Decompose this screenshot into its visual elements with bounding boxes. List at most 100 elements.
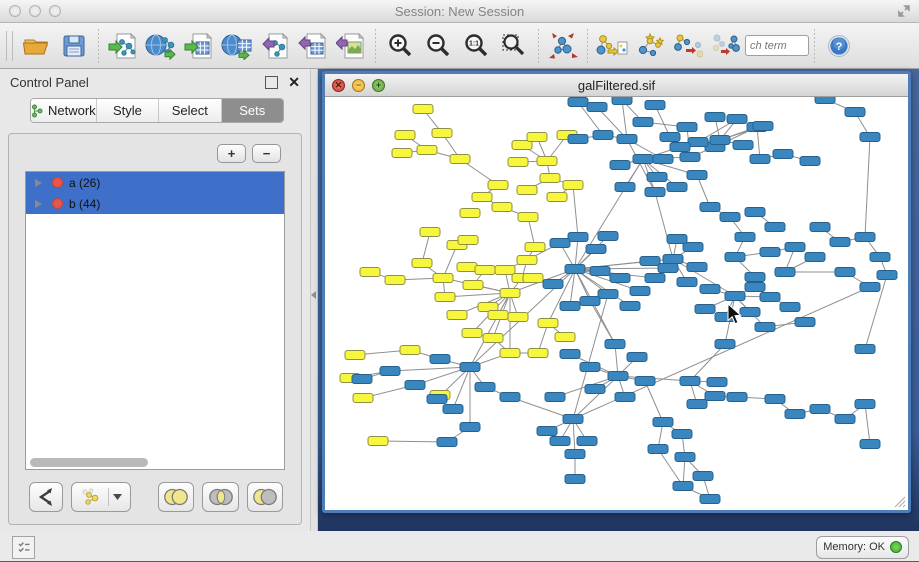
graph-node[interactable] (580, 363, 600, 372)
graph-node[interactable] (860, 283, 880, 292)
graph-node[interactable] (392, 149, 412, 158)
graph-node[interactable] (658, 264, 678, 273)
graph-node[interactable] (705, 113, 725, 122)
export-network-button[interactable] (256, 27, 294, 65)
graph-node[interactable] (860, 440, 880, 449)
graph-node[interactable] (785, 243, 805, 252)
graph-node[interactable] (450, 155, 470, 164)
graph-node[interactable] (620, 302, 640, 311)
graph-node[interactable] (585, 385, 605, 394)
graph-node[interactable] (753, 122, 773, 131)
graph-node[interactable] (353, 394, 373, 403)
graph-node[interactable] (633, 155, 653, 164)
graph-node[interactable] (577, 437, 597, 446)
graph-node[interactable] (538, 319, 558, 328)
graph-node[interactable] (460, 363, 480, 372)
graph-node[interactable] (368, 437, 388, 446)
graph-node[interactable] (447, 311, 467, 320)
graph-node[interactable] (765, 223, 785, 232)
graph-node[interactable] (495, 266, 515, 275)
graph-node[interactable] (795, 318, 815, 327)
save-session-button[interactable] (55, 27, 93, 65)
add-set-button[interactable]: + (217, 144, 246, 163)
graph-node[interactable] (667, 183, 687, 192)
graph-node[interactable] (462, 329, 482, 338)
graph-node[interactable] (586, 245, 606, 254)
graph-node[interactable] (550, 437, 570, 446)
new-network-from-selection-button[interactable] (593, 27, 631, 65)
import-network-file-button[interactable] (104, 27, 142, 65)
graph-node[interactable] (605, 340, 625, 349)
open-session-button[interactable] (17, 27, 55, 65)
graph-node[interactable] (500, 289, 520, 298)
graph-node[interactable] (760, 248, 780, 257)
graph-node[interactable] (540, 174, 560, 183)
graph-node[interactable] (715, 340, 735, 349)
tab-style[interactable]: Style (97, 99, 159, 122)
graph-node[interactable] (667, 235, 687, 244)
intersect-sets-button[interactable] (202, 482, 238, 512)
graph-node[interactable] (720, 213, 740, 222)
float-panel-icon[interactable] (265, 76, 278, 89)
graph-node[interactable] (412, 259, 432, 268)
scrollbar-thumb[interactable] (30, 458, 148, 467)
graph-node[interactable] (733, 141, 753, 150)
graph-node[interactable] (780, 303, 800, 312)
graph-node[interactable] (750, 155, 770, 164)
graph-node[interactable] (488, 181, 508, 190)
graph-node[interactable] (645, 274, 665, 283)
graph-node[interactable] (580, 297, 600, 306)
graph-node[interactable] (855, 400, 875, 409)
list-item-set-b[interactable]: b (44) (26, 193, 284, 214)
graph-node[interactable] (745, 283, 765, 292)
graph-node[interactable] (635, 377, 655, 386)
graph-node[interactable] (405, 381, 425, 390)
graph-node[interactable] (700, 495, 720, 504)
graph-node[interactable] (568, 98, 588, 107)
graph-node[interactable] (568, 233, 588, 242)
collapse-panel-icon[interactable] (311, 291, 316, 299)
graph-node[interactable] (463, 281, 483, 290)
graph-node[interactable] (710, 136, 730, 145)
graph-node[interactable] (610, 161, 630, 170)
zoom-fit-content-button[interactable] (495, 27, 533, 65)
graph-node[interactable] (695, 305, 715, 314)
create-set-combo-button[interactable] (71, 482, 130, 512)
network-canvas[interactable] (325, 97, 908, 510)
graph-node[interactable] (877, 271, 897, 280)
graph-node[interactable] (647, 173, 667, 182)
apply-preferred-layout-button[interactable] (544, 27, 582, 65)
graph-node[interactable] (547, 193, 567, 202)
graph-node[interactable] (677, 123, 697, 132)
graph-node[interactable] (725, 292, 745, 301)
graph-node[interactable] (727, 393, 747, 402)
graph-node[interactable] (855, 345, 875, 354)
graph-node[interactable] (565, 265, 585, 274)
first-neighbors-button[interactable] (631, 27, 669, 65)
graph-node[interactable] (630, 287, 650, 296)
panel-splitter[interactable] (310, 69, 318, 531)
network-frame[interactable]: ✕ − + galFiltered.sif (322, 71, 911, 513)
graph-node[interactable] (420, 228, 440, 237)
graph-node[interactable] (587, 103, 607, 112)
graph-node[interactable] (727, 115, 747, 124)
graph-node[interactable] (345, 351, 365, 360)
help-button[interactable]: ? (820, 27, 858, 65)
graph-node[interactable] (645, 188, 665, 197)
tab-network[interactable]: Network (31, 99, 97, 122)
graph-node[interactable] (855, 233, 875, 242)
export-image-button[interactable] (332, 27, 370, 65)
graph-node[interactable] (537, 427, 557, 436)
expander-icon[interactable] (35, 179, 42, 187)
list-item-set-a[interactable]: a (26) (26, 172, 284, 193)
graph-node[interactable] (427, 395, 447, 404)
search-input[interactable]: ch term (745, 35, 809, 56)
minimize-window-button[interactable] (29, 5, 41, 17)
graph-node[interactable] (508, 158, 528, 167)
task-history-button[interactable] (12, 536, 35, 559)
graph-node[interactable] (508, 313, 528, 322)
graph-node[interactable] (457, 263, 477, 272)
graph-node[interactable] (523, 274, 543, 283)
graph-node[interactable] (565, 475, 585, 484)
graph-node[interactable] (543, 280, 563, 289)
